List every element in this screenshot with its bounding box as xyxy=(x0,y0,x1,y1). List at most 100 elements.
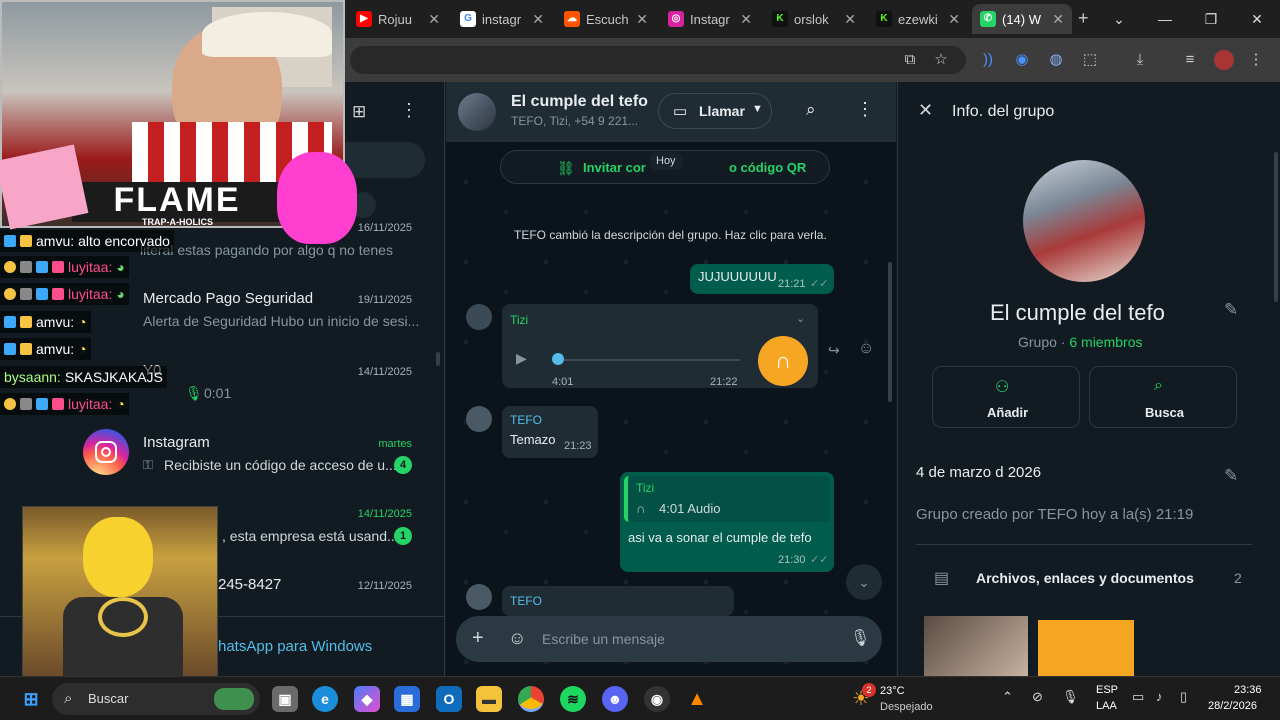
message-bubble[interactable]: Tizi ∩ 4:01 Audio asi va a sonar el cump… xyxy=(620,472,834,572)
chat-username: amvu: xyxy=(36,314,75,330)
quoted-message[interactable]: Tizi ∩ 4:01 Audio xyxy=(624,476,830,522)
tab-youtube[interactable]: ▶ Rojuu ✕ xyxy=(348,4,448,34)
omnibox[interactable] xyxy=(350,46,966,74)
sticker-icon[interactable]: ☺ xyxy=(508,628,526,649)
taskbar-search[interactable]: ⌕ Buscar xyxy=(52,683,260,715)
windows-start-icon[interactable]: ⊞ xyxy=(18,686,44,712)
spotify-icon[interactable]: ≋ xyxy=(560,686,586,712)
volume-icon[interactable]: ♪ xyxy=(1156,689,1163,704)
scroll-down-button[interactable]: ⌄ xyxy=(846,564,882,600)
tab-whatsapp[interactable]: ✆ (14) W ✕ xyxy=(972,4,1072,34)
close-window-button[interactable]: ✕ xyxy=(1234,0,1280,38)
weather-widget[interactable]: ☀ 2 23°C Despejado xyxy=(850,682,960,718)
audio-thumbnail[interactable] xyxy=(1038,620,1134,676)
folder-icon[interactable]: ▬ xyxy=(476,686,502,712)
scrollbar[interactable] xyxy=(436,352,440,366)
message-bubble[interactable]: JUJUUUUUU 21:21 ✓✓ xyxy=(690,264,834,294)
mic-icon[interactable]: 🎙 xyxy=(850,628,870,648)
message-input[interactable]: Escribe un mensaje xyxy=(542,631,665,647)
close-icon[interactable]: ✕ xyxy=(844,11,856,28)
new-chat-icon[interactable]: ⊞ xyxy=(352,102,366,122)
scrollbar[interactable] xyxy=(1274,152,1278,302)
puzzle-icon[interactable]: ⬚ xyxy=(1080,50,1100,70)
get-app-link[interactable]: hatsApp para Windows xyxy=(218,638,372,655)
extension-icon[interactable]: ◍ xyxy=(1046,50,1066,70)
search-icon[interactable]: ⌕ xyxy=(806,100,816,120)
menu-icon[interactable]: ⋮ xyxy=(856,99,874,120)
audio-progress-handle[interactable] xyxy=(552,353,564,365)
play-icon[interactable]: ▶ xyxy=(516,350,527,367)
minimize-button[interactable]: — xyxy=(1142,0,1188,38)
new-tab-button[interactable]: + xyxy=(1078,8,1089,29)
emoji-icon[interactable]: ☺ xyxy=(858,340,874,358)
media-icon[interactable]: ≡ xyxy=(1180,50,1200,70)
forward-icon[interactable]: ↪ xyxy=(828,342,840,359)
mic-icon[interactable]: 🎙 xyxy=(1062,689,1079,705)
tab-kick-2[interactable]: K ezewki ✕ xyxy=(868,4,968,34)
message-bubble[interactable]: TEFO xyxy=(502,586,734,616)
bookmark-star-icon[interactable]: ☆ xyxy=(931,50,951,70)
outlook-icon[interactable]: O xyxy=(436,686,462,712)
audio-progress-track[interactable] xyxy=(554,359,740,361)
message-bubble[interactable]: TEFO Temazo 21:23 xyxy=(502,406,598,458)
group-photo[interactable] xyxy=(1023,160,1145,282)
conversation-header[interactable]: El cumple del tefo TEFO, Tizi, +54 9 221… xyxy=(446,82,896,142)
store-icon[interactable]: ▦ xyxy=(394,686,420,712)
files-row[interactable]: ▤ Archivos, enlaces y documentos 2 xyxy=(898,552,1268,606)
menu-icon[interactable]: ⋮ xyxy=(1246,50,1266,70)
invite-label-2: o código QR xyxy=(729,160,807,175)
close-icon[interactable]: ✕ xyxy=(918,100,933,121)
display-icon[interactable]: ▭ xyxy=(1132,689,1144,705)
group-avatar[interactable] xyxy=(458,93,496,131)
clock-date[interactable]: 28/2/2026 xyxy=(1208,700,1257,712)
avatar[interactable] xyxy=(466,304,492,330)
tab-kick-1[interactable]: K orslok ✕ xyxy=(764,4,864,34)
close-icon[interactable]: ✕ xyxy=(532,11,544,28)
profile-avatar[interactable] xyxy=(1214,50,1234,70)
media-thumbnail[interactable] xyxy=(924,616,1028,676)
system-message[interactable]: TEFO cambió la descripción del grupo. Ha… xyxy=(514,228,827,242)
chevron-up-icon[interactable]: ⌃ xyxy=(1002,689,1013,705)
language-indicator[interactable]: ESP xyxy=(1096,684,1118,696)
add-member-button[interactable]: ⚇ Añadir xyxy=(932,366,1080,428)
maximize-button[interactable]: ❐ xyxy=(1188,0,1234,38)
extension-icon[interactable]: )) xyxy=(978,50,998,70)
tab-search-button[interactable]: ⌄ xyxy=(1096,0,1142,38)
discord-icon[interactable]: ☻ xyxy=(602,686,628,712)
members-link[interactable]: 6 miembros xyxy=(1069,334,1142,350)
close-icon[interactable]: ✕ xyxy=(740,11,752,28)
extension-icon[interactable]: ◉ xyxy=(1012,50,1032,70)
close-icon[interactable]: ✕ xyxy=(1052,11,1064,28)
clock-time[interactable]: 23:36 xyxy=(1234,684,1262,696)
keyboard-layout[interactable]: LAA xyxy=(1096,700,1117,712)
search-group-button[interactable]: ⌕ Busca xyxy=(1089,366,1237,428)
close-icon[interactable]: ✕ xyxy=(636,11,648,28)
vlc-icon[interactable]: ▲ xyxy=(684,686,710,712)
tab-soundcloud[interactable]: ☁ Escuch ✕ xyxy=(556,4,656,34)
attach-icon[interactable]: + xyxy=(472,627,484,650)
copilot-icon[interactable]: ◆ xyxy=(354,686,380,712)
avatar[interactable] xyxy=(466,406,492,432)
task-view-icon[interactable]: ▣ xyxy=(272,686,298,712)
close-icon[interactable]: ✕ xyxy=(428,11,440,28)
chevron-down-icon[interactable]: ⌄ xyxy=(796,312,805,325)
panel-title: Info. del grupo xyxy=(952,103,1055,120)
chrome-icon[interactable] xyxy=(518,686,544,712)
call-button[interactable]: ▭ Llamar ▼ xyxy=(658,93,772,129)
list-item[interactable]: Instagram martes ⚿ Recibiste un código d… xyxy=(80,424,420,484)
avatar[interactable] xyxy=(466,584,492,610)
tab-instagram[interactable]: ◎ Instagr ✕ xyxy=(660,4,760,34)
install-app-icon[interactable]: ⧉ xyxy=(900,50,920,70)
menu-icon[interactable]: ⋮ xyxy=(400,100,418,121)
battery-icon[interactable]: ▯ xyxy=(1180,689,1187,705)
pencil-icon[interactable]: ✎ xyxy=(1224,466,1238,486)
obs-icon[interactable]: ◉ xyxy=(644,686,670,712)
download-icon[interactable]: ⤓ xyxy=(1130,50,1150,70)
network-off-icon[interactable]: ⊘ xyxy=(1032,689,1043,705)
audio-message[interactable]: Tizi ⌄ ▶ 4:01 21:22 ∩ xyxy=(502,304,818,388)
edge-icon[interactable]: e xyxy=(312,686,338,712)
close-icon[interactable]: ✕ xyxy=(948,11,960,28)
pencil-icon[interactable]: ✎ xyxy=(1224,300,1238,320)
tab-google[interactable]: G instagr ✕ xyxy=(452,4,552,34)
scrollbar[interactable] xyxy=(888,262,892,402)
